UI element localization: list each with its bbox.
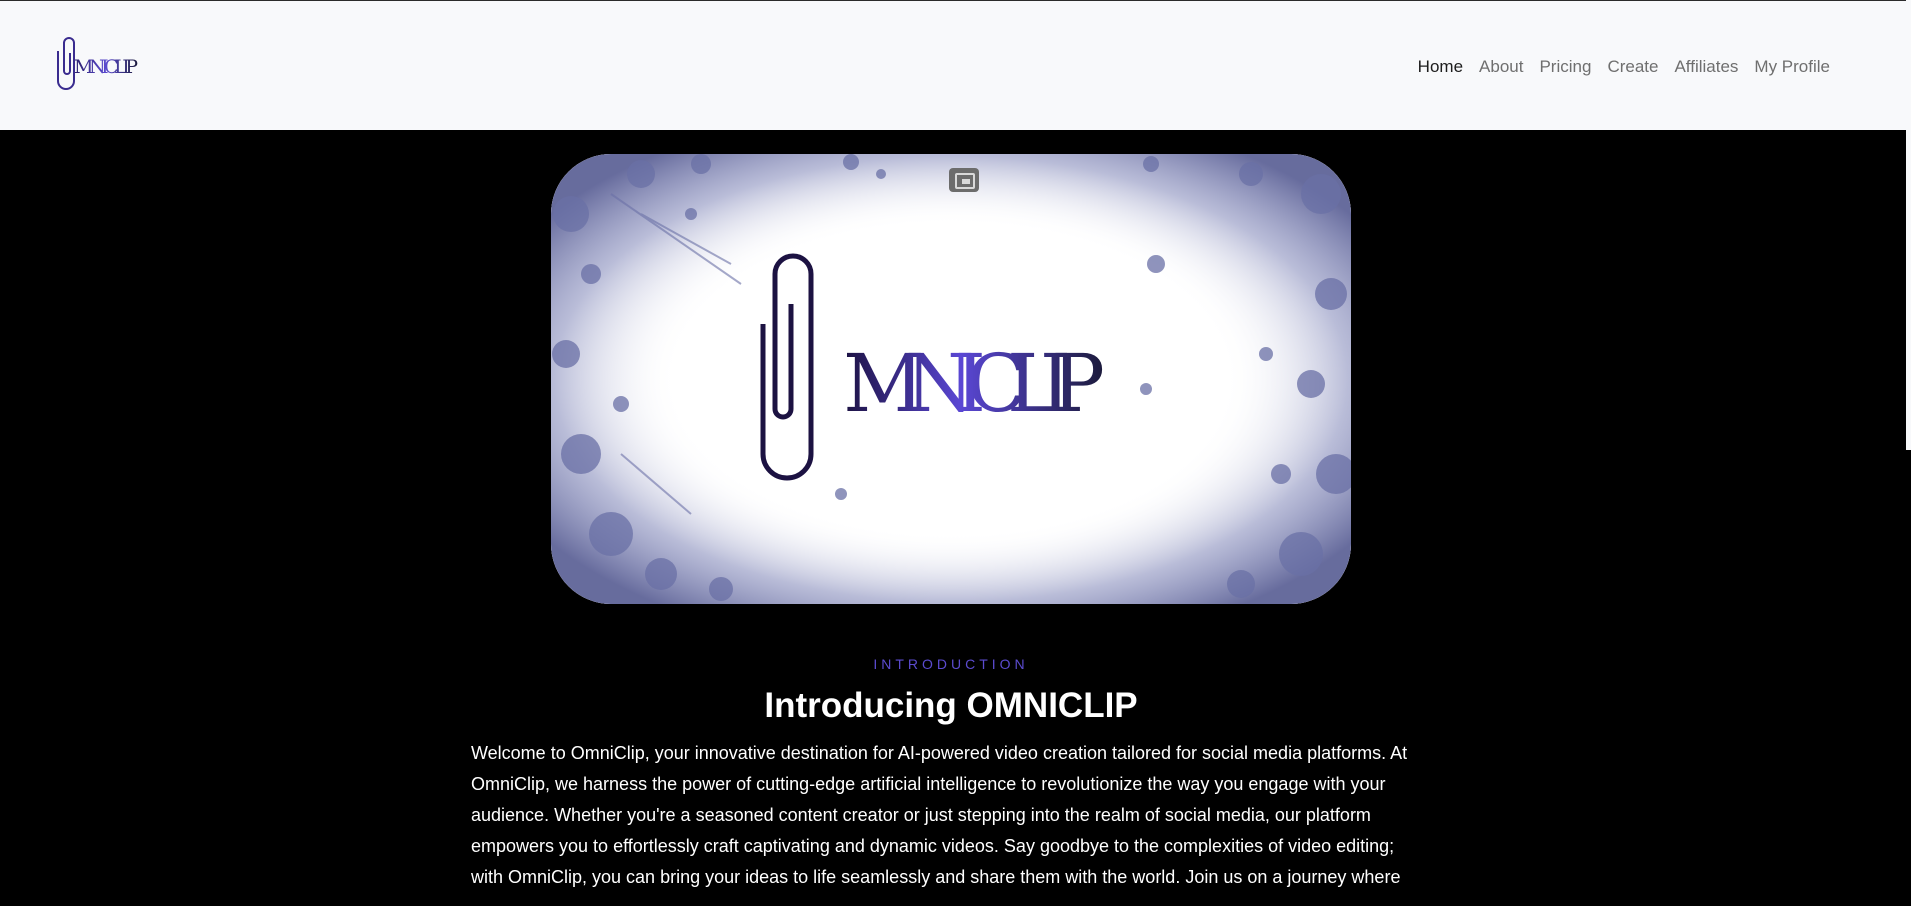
section-eyebrow: INTRODUCTION [873,656,1029,672]
main-nav: Home About Pricing Create Affiliates My … [1410,57,1838,77]
site-header: MNICLIP Home About Pricing Create Affili… [0,1,1906,130]
intro-video[interactable]: MNICLIP [551,154,1351,604]
section-body: Welcome to OmniClip, your innovative des… [471,743,1408,887]
section-title: Introducing OMNICLIP [764,686,1138,725]
video-logo-wordmark: MNICLIP [843,337,1105,430]
introduction-section: INTRODUCTION Introducing OMNICLIP Welcom… [471,650,1431,893]
site-logo[interactable]: MNICLIP [52,37,144,93]
nav-home[interactable]: Home [1410,57,1471,77]
picture-in-picture-inner [962,179,970,184]
nav-affiliates[interactable]: Affiliates [1666,57,1746,77]
nav-about[interactable]: About [1471,57,1531,77]
nav-my-profile[interactable]: My Profile [1746,57,1838,77]
picture-in-picture-button[interactable] [949,168,979,192]
nav-pricing[interactable]: Pricing [1531,57,1599,77]
logo-wordmark: MNICLIP [74,56,138,78]
scrollbar-track[interactable] [1906,0,1911,450]
nav-create[interactable]: Create [1599,57,1666,77]
video-frame-grunge: MNICLIP [551,154,1351,604]
paperclip-logo-icon: MNICLIP [57,37,138,90]
